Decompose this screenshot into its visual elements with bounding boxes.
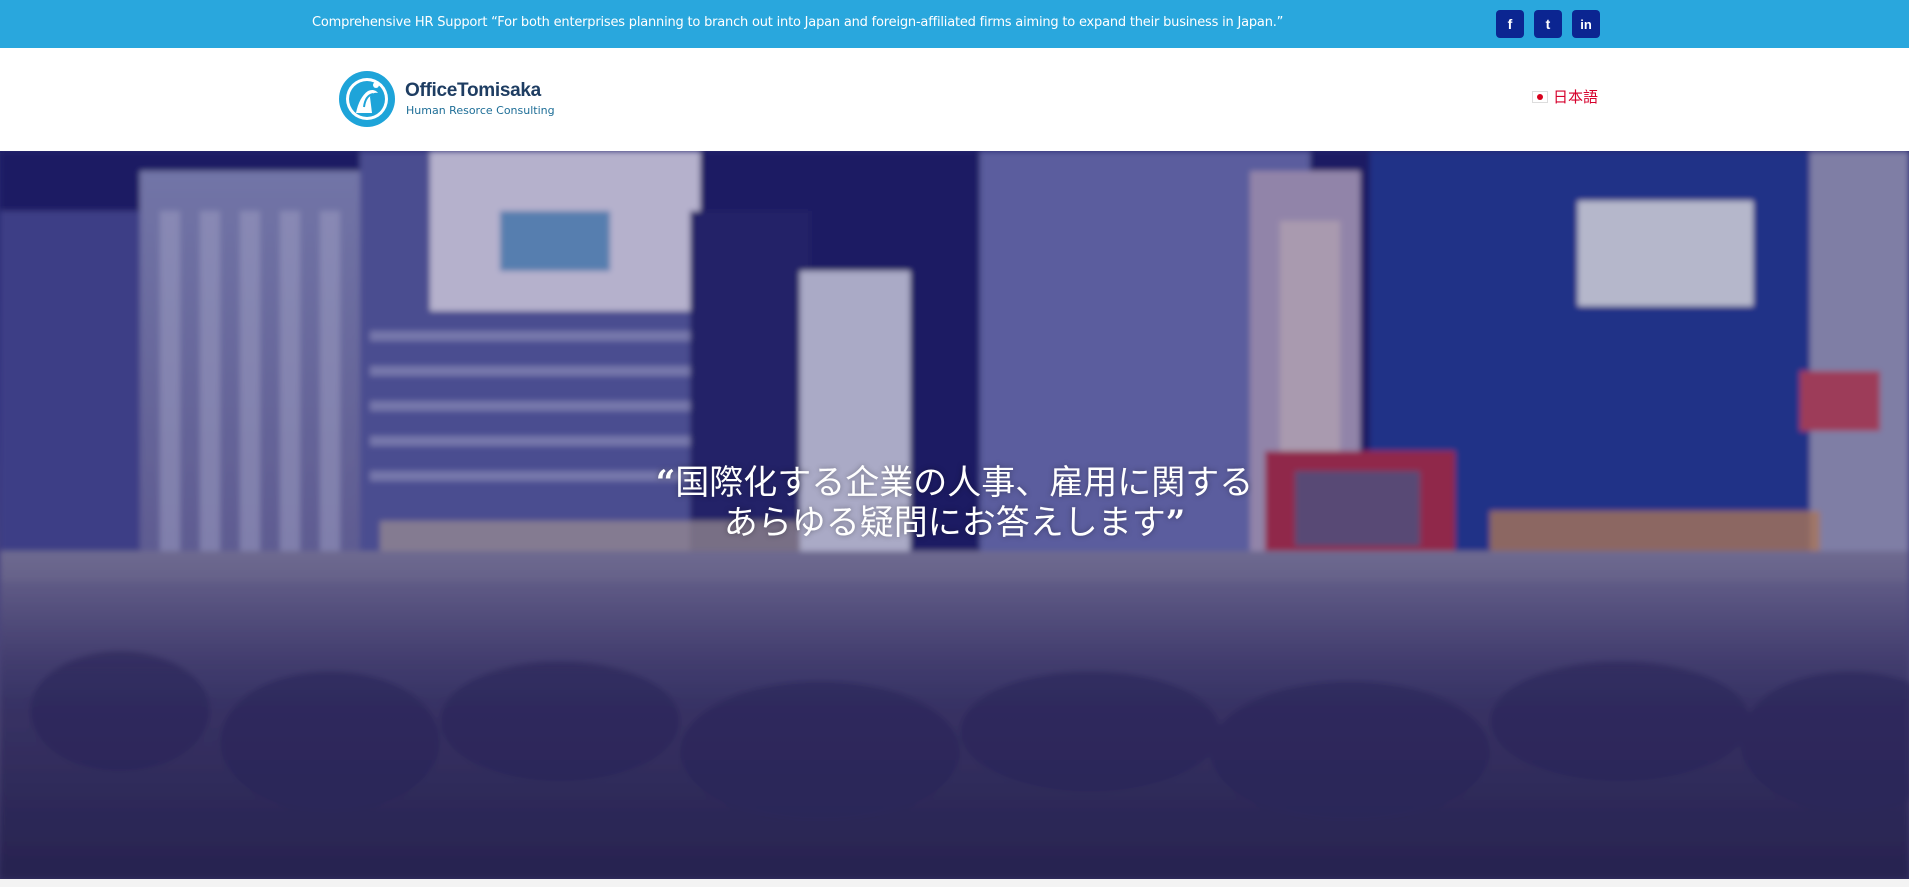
quote-close-mark: ” [1165, 503, 1186, 543]
quote-open-mark: “ [655, 463, 676, 503]
logo-title: OfficeTomisaka [405, 80, 541, 101]
hero-banner: “国際化する企業の人事、雇用に関する あらゆる疑問にお答えします” [0, 151, 1909, 879]
tumblr-icon: t [1545, 16, 1551, 32]
linkedin-icon: in [1580, 16, 1592, 32]
hero-quote-line-2: あらゆる疑問にお答えします” [0, 503, 1909, 543]
language-switch[interactable]: 日本語 [1532, 86, 1598, 107]
linkedin-button[interactable]: in [1572, 10, 1600, 38]
hero-quote-line-1: “国際化する企業の人事、雇用に関する [0, 463, 1909, 503]
tagline: Comprehensive HR Support “For both enter… [312, 15, 1284, 30]
hero-line-2-text: あらゆる疑問にお答えします [723, 503, 1166, 543]
japan-flag-icon [1532, 90, 1548, 103]
logo-mark-icon [339, 71, 395, 127]
top-bar: Comprehensive HR Support “For both enter… [0, 0, 1909, 48]
bottom-strip [0, 879, 1909, 887]
hero-quote: “国際化する企業の人事、雇用に関する あらゆる疑問にお答えします” [0, 463, 1909, 543]
facebook-icon: f [1507, 16, 1513, 32]
tumblr-button[interactable]: t [1534, 10, 1562, 38]
logo[interactable]: OfficeTomisaka Human Resorce Consulting [334, 69, 564, 129]
facebook-button[interactable]: f [1496, 10, 1524, 38]
site-header: OfficeTomisaka Human Resorce Consulting … [0, 48, 1909, 151]
language-label: 日本語 [1553, 88, 1599, 106]
hero-line-1-text: 国際化する企業の人事、雇用に関する [675, 463, 1254, 503]
logo-subtitle: Human Resorce Consulting [406, 104, 555, 117]
